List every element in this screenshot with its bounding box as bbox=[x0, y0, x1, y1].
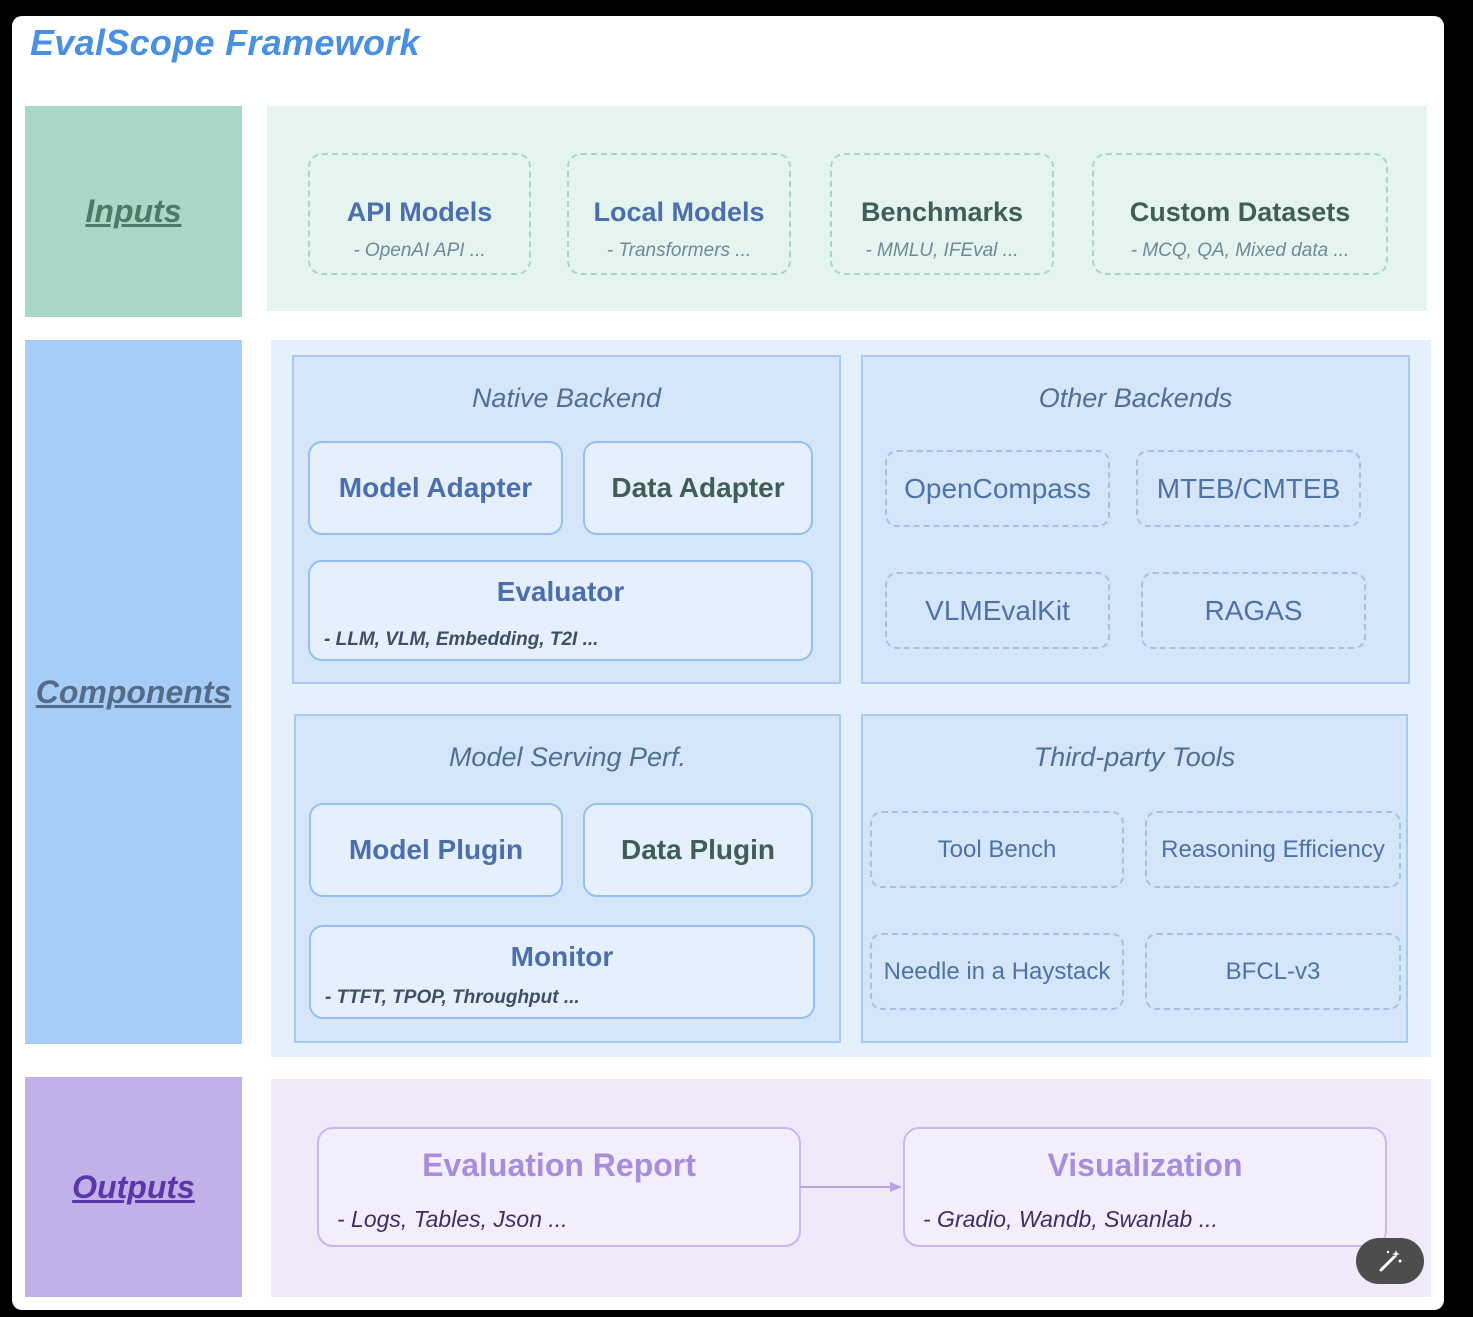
inputs-label: Inputs bbox=[25, 106, 242, 317]
evaluation-report-box: Evaluation Report - Logs, Tables, Json .… bbox=[317, 1127, 801, 1247]
magic-wand-icon bbox=[1379, 1250, 1402, 1272]
third-party-title: Third-party Tools bbox=[1033, 742, 1236, 772]
magic-wand-button[interactable] bbox=[1356, 1238, 1424, 1284]
evaluation-report-title: Evaluation Report bbox=[422, 1147, 696, 1183]
outputs-panel: Evaluation Report - Logs, Tables, Json .… bbox=[271, 1079, 1431, 1297]
tool-needle-in-a-haystack: Needle in a Haystack bbox=[870, 933, 1124, 1010]
tool-bfcl-v3: BFCL-v3 bbox=[1145, 933, 1401, 1010]
model-plugin-box: Model Plugin bbox=[309, 803, 563, 897]
other-backends-group: Other Backends OpenCompass MTEB/CMTEB VL… bbox=[861, 355, 1410, 684]
input-title: Benchmarks bbox=[860, 197, 1024, 227]
input-subtitle: - OpenAI API ... bbox=[353, 240, 486, 261]
model-serving-group: Model Serving Perf. Model Plugin Data Pl… bbox=[294, 714, 841, 1043]
native-backend-group: Native Backend Model Adapter Data Adapte… bbox=[292, 355, 841, 684]
input-title: Local Models bbox=[593, 197, 765, 227]
visualization-subtitle: - Gradio, Wandb, Swanlab ... bbox=[923, 1206, 1218, 1232]
third-party-group: Third-party Tools Tool Bench Reasoning E… bbox=[861, 714, 1408, 1043]
components-label: Components bbox=[25, 340, 242, 1044]
visualization-box: Visualization - Gradio, Wandb, Swanlab .… bbox=[903, 1127, 1387, 1247]
model-serving-title: Model Serving Perf. bbox=[448, 742, 687, 772]
monitor-box: Monitor - TTFT, TPOP, Throughput ... bbox=[309, 925, 815, 1019]
input-benchmarks: Benchmarks - MMLU, IFEval ... bbox=[830, 153, 1054, 275]
evaluator-title: Evaluator bbox=[496, 576, 625, 607]
evaluator-subtitle: - LLM, VLM, Embedding, T2I ... bbox=[324, 629, 599, 650]
tool-bench: Tool Bench bbox=[870, 811, 1124, 888]
backend-vlmevalkit: VLMEvalKit bbox=[885, 572, 1110, 649]
backend-mteb-cmteb: MTEB/CMTEB bbox=[1136, 450, 1361, 527]
input-subtitle: - MMLU, IFEval ... bbox=[865, 240, 1019, 261]
input-subtitle: - MCQ, QA, Mixed data ... bbox=[1130, 240, 1350, 261]
monitor-subtitle: - TTFT, TPOP, Throughput ... bbox=[325, 987, 580, 1008]
backend-ragas: RAGAS bbox=[1141, 572, 1366, 649]
diagram-canvas: EvalScope Framework Inputs Components Ou… bbox=[12, 16, 1444, 1310]
input-api-models: API Models - OpenAI API ... bbox=[308, 153, 531, 275]
input-custom-datasets: Custom Datasets - MCQ, QA, Mixed data ..… bbox=[1092, 153, 1388, 275]
tool-reasoning-efficiency: Reasoning Efficiency bbox=[1145, 811, 1401, 888]
model-adapter-box: Model Adapter bbox=[308, 441, 563, 535]
data-plugin-box: Data Plugin bbox=[583, 803, 813, 897]
monitor-title: Monitor bbox=[510, 941, 614, 972]
other-backends-title: Other Backends bbox=[1038, 383, 1233, 413]
evaluator-box: Evaluator - LLM, VLM, Embedding, T2I ... bbox=[308, 560, 813, 661]
input-title: Custom Datasets bbox=[1129, 197, 1351, 227]
backend-opencompass: OpenCompass bbox=[885, 450, 1110, 527]
evaluation-report-subtitle: - Logs, Tables, Json ... bbox=[337, 1206, 568, 1232]
data-adapter-box: Data Adapter bbox=[583, 441, 813, 535]
input-subtitle: - Transformers ... bbox=[606, 240, 752, 261]
native-backend-title: Native Backend bbox=[471, 383, 662, 413]
visualization-title: Visualization bbox=[1047, 1147, 1243, 1183]
outputs-label: Outputs bbox=[25, 1077, 242, 1297]
inputs-panel: API Models - OpenAI API ... Local Models… bbox=[267, 106, 1427, 311]
input-title: API Models bbox=[346, 197, 493, 227]
input-local-models: Local Models - Transformers ... bbox=[567, 153, 791, 275]
arrow-connector bbox=[800, 1182, 902, 1192]
components-panel: Native Backend Model Adapter Data Adapte… bbox=[271, 340, 1431, 1057]
diagram-title: EvalScope Framework bbox=[30, 22, 420, 63]
